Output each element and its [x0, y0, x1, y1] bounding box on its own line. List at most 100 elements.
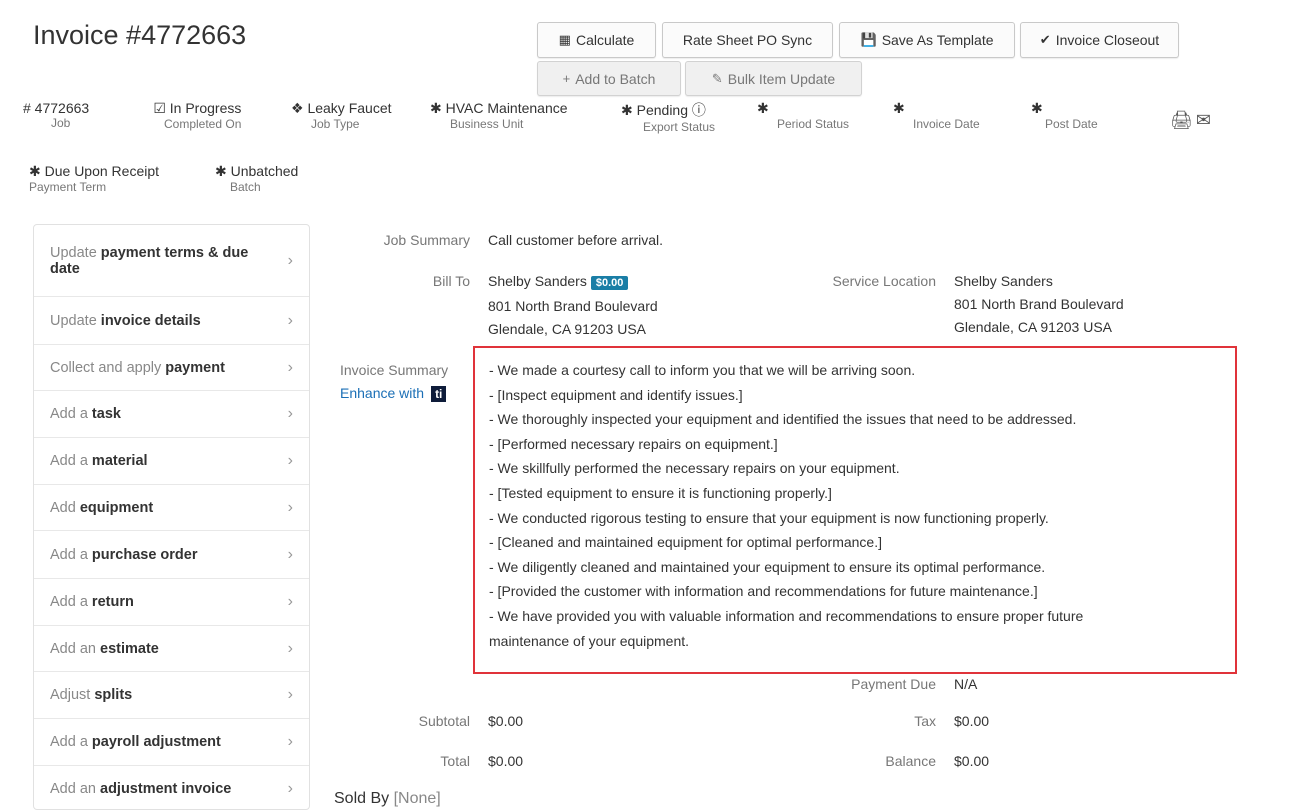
sidebar-item-label: Add a payroll adjustment	[50, 734, 221, 750]
printer-icon[interactable]: 🖨	[1170, 110, 1193, 130]
batch-label: Batch	[230, 180, 261, 194]
job-type-value: ❖ Leaky Faucet	[291, 100, 392, 116]
job-summary-value: Call customer before arrival.	[488, 232, 664, 248]
meta-payment-term: ✱ Due Upon Receipt Payment Term	[29, 163, 159, 194]
job-summary-label: Job Summary	[383, 232, 470, 248]
job-type-label: Job Type	[311, 117, 360, 131]
business-unit-value: ✱ HVAC Maintenance	[430, 100, 568, 116]
chevron-right-icon: ›	[287, 311, 293, 329]
sidebar-item-estimate[interactable]: Add an estimate ›	[34, 626, 309, 672]
summary-line: - We diligently cleaned and maintained y…	[489, 558, 1046, 575]
sidebar-item-equipment[interactable]: Add equipment ›	[34, 485, 309, 531]
service-location-address: Shelby Sanders 801 North Brand Boulevard…	[954, 270, 1124, 339]
summary-line: - [Cleaned and maintained equipment for …	[489, 534, 882, 551]
balance-label: Balance	[885, 753, 936, 769]
sidebar-item-label: Add a task	[50, 406, 121, 422]
info-icon: ⓘ	[691, 102, 706, 118]
post-date-label: Post Date	[1045, 117, 1098, 131]
bill-to-address: Shelby Sanders $0.00 801 North Brand Boul…	[488, 270, 658, 341]
floppy-icon: 💾	[860, 32, 877, 47]
batch-value[interactable]: ✱ Unbatched	[215, 163, 298, 179]
sidebar-item-label: Collect and apply payment	[50, 359, 225, 376]
summary-line: - We skillfully performed the necessary …	[489, 460, 900, 477]
add-batch-label: Add to Batch	[575, 70, 656, 87]
meta-job: # 4772663 Job	[23, 100, 89, 130]
rate-sheet-label: Rate Sheet PO Sync	[682, 32, 813, 48]
chevron-right-icon: ›	[287, 405, 293, 422]
meta-batch: ✱ Unbatched Batch	[215, 163, 298, 194]
sold-by: Sold By [None]	[334, 790, 441, 808]
total-label: Total	[440, 753, 470, 769]
ti-logo-icon: ti	[431, 386, 447, 402]
invoice-date-label: Invoice Date	[913, 117, 980, 131]
tag-icon: ❖	[291, 100, 304, 116]
sidebar-item-invoice-details[interactable]: Update invoice details ›	[34, 297, 309, 345]
sidebar-item-payroll-adjustment[interactable]: Add a payroll adjustment ›	[34, 719, 309, 766]
asterisk-icon: ✱	[29, 163, 41, 179]
invoice-summary-box[interactable]: - We made a courtesy call to inform you …	[473, 346, 1237, 674]
sidebar-item-return[interactable]: Add a return ›	[34, 579, 309, 626]
asterisk-icon: ✱	[757, 100, 769, 116]
sidebar-item-label: Adjust splits	[50, 687, 133, 703]
bulk-item-update-button[interactable]: ✎ Bulk Item Update	[685, 61, 862, 96]
asterisk-icon: ✱	[1031, 100, 1043, 116]
sidebar-item-payment[interactable]: Collect and apply payment ›	[34, 345, 309, 391]
double-check-icon: ✔	[1039, 32, 1051, 47]
invoice-closeout-button[interactable]: ✔ Invoice Closeout	[1020, 22, 1179, 58]
summary-line: maintenance of your equipment.	[489, 632, 690, 649]
sidebar-item-splits[interactable]: Adjust splits ›	[34, 672, 309, 719]
tax-value: $0.00	[954, 713, 990, 729]
job-number[interactable]: # 4772663	[23, 100, 89, 116]
sidebar-item-material[interactable]: Add a material ›	[34, 438, 309, 485]
page-title: Invoice #4772663	[33, 20, 247, 50]
meta-business-unit: ✱ HVAC Maintenance Business Unit	[430, 100, 568, 131]
subtotal-label: Subtotal	[418, 713, 470, 729]
bill-to-name[interactable]: Shelby Sanders	[488, 273, 587, 289]
add-to-batch-button[interactable]: + Add to Batch	[537, 61, 681, 96]
save-template-label: Save As Template	[881, 32, 994, 48]
pencil-icon: ✎	[711, 70, 723, 86]
plus-icon: +	[562, 71, 571, 86]
bill-to-name-row: Shelby Sanders $0.00	[488, 270, 658, 295]
period-status-value[interactable]: ✱	[757, 100, 769, 116]
save-as-template-button[interactable]: 💾 Save As Template	[839, 22, 1015, 58]
subtotal-value: $0.00	[488, 713, 524, 729]
summary-line: - We made a courtesy call to inform you …	[489, 362, 916, 378]
completed-value: ☑ In Progress	[153, 100, 242, 116]
post-date-value[interactable]: ✱	[1031, 100, 1043, 116]
meta-period-status: ✱ Period Status	[757, 100, 849, 131]
payment-term-value[interactable]: ✱ Due Upon Receipt	[29, 163, 159, 179]
summary-line: - [Performed necessary repairs on equipm…	[489, 435, 778, 452]
action-sidebar: Update payment terms & due date › Update…	[33, 224, 310, 810]
meta-export-status: ✱ Pending ⓘ Export Status	[621, 100, 715, 134]
sidebar-item-payment-terms[interactable]: Update payment terms & due date ›	[34, 225, 309, 297]
sidebar-item-label: Add a purchase order	[50, 546, 198, 563]
enhance-with-label: Enhance with	[340, 385, 425, 401]
bill-to-line1: 801 North Brand Boulevard	[488, 298, 658, 314]
invoice-date-value[interactable]: ✱	[893, 100, 905, 116]
payment-due-value: N/A	[954, 676, 978, 692]
enhance-with-link[interactable]: Enhance with ti	[340, 385, 447, 402]
calculate-button[interactable]: ▦ Calculate	[537, 22, 656, 58]
total-value: $0.00	[488, 753, 524, 769]
envelope-icon[interactable]: ✉	[1196, 110, 1211, 130]
service-name[interactable]: Shelby Sanders	[954, 270, 1124, 293]
chevron-right-icon: ›	[287, 498, 293, 516]
service-line2: Glendale, CA 91203 USA	[954, 319, 1112, 335]
sidebar-item-label: Add a material	[50, 453, 148, 469]
sidebar-item-purchase-order[interactable]: Add a purchase order ›	[34, 531, 309, 579]
summary-line: - We have provided you with valuable inf…	[489, 607, 1084, 624]
sold-by-value[interactable]: [None]	[394, 790, 441, 807]
chevron-right-icon: ›	[287, 251, 293, 269]
closeout-label: Invoice Closeout	[1055, 32, 1160, 48]
bill-to-label: Bill To	[432, 273, 470, 289]
sold-by-label: Sold By	[334, 790, 390, 807]
sidebar-item-label: Add a return	[50, 594, 134, 610]
rate-sheet-po-sync-button[interactable]: Rate Sheet PO Sync	[662, 22, 833, 58]
meta-job-type: ❖ Leaky Faucet Job Type	[291, 100, 392, 131]
balance-badge: $0.00	[590, 276, 629, 290]
chevron-right-icon: ›	[287, 779, 293, 797]
checkbox-icon: ☑	[153, 100, 166, 116]
sidebar-item-task[interactable]: Add a task ›	[34, 391, 309, 438]
sidebar-item-adjustment-invoice[interactable]: Add an adjustment invoice ›	[34, 766, 309, 811]
